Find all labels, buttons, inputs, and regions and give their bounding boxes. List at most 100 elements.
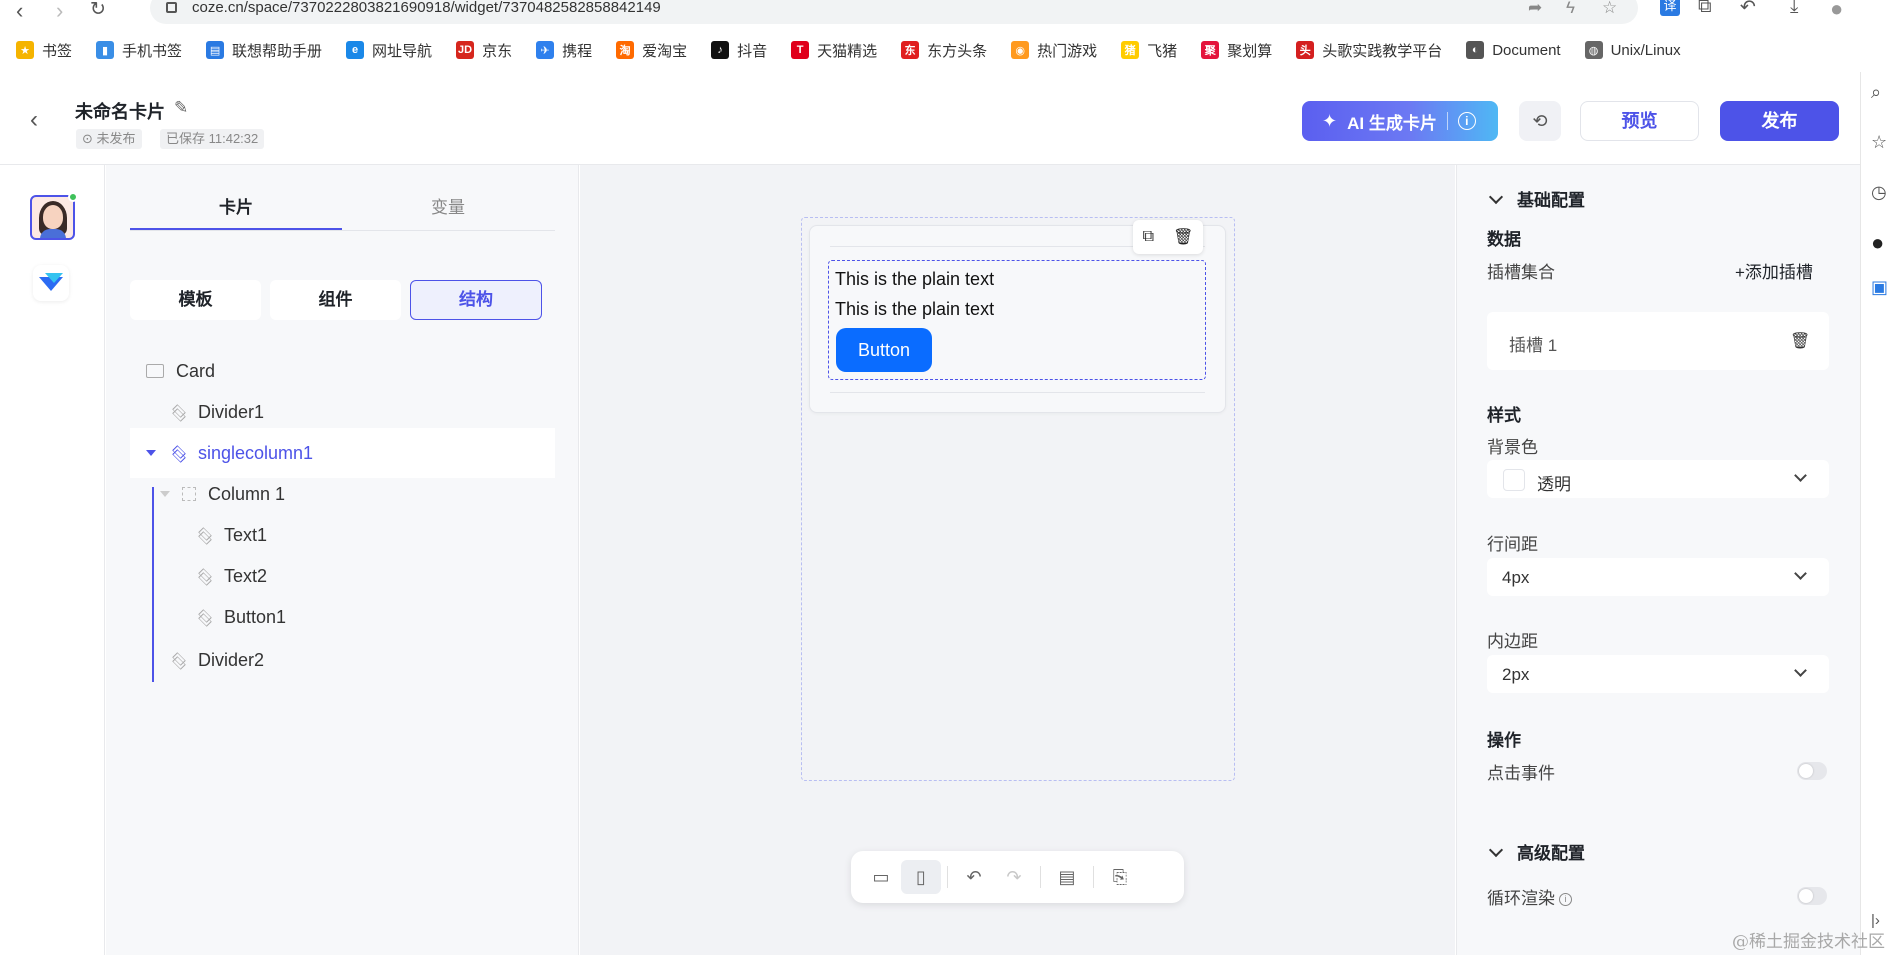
bookmark-item[interactable]: ✈ 携程 bbox=[536, 38, 592, 62]
favorites-icon[interactable]: ☆ bbox=[1871, 132, 1887, 153]
bookmark-icon: ★ bbox=[16, 41, 34, 59]
duplicate-icon[interactable]: ⧉ bbox=[1143, 228, 1154, 246]
coze-logo-icon[interactable] bbox=[33, 265, 69, 301]
tab-variables[interactable]: 变量 bbox=[342, 187, 554, 230]
bookmark-icon: ▤ bbox=[206, 41, 225, 59]
desktop-icon[interactable]: ▭ bbox=[861, 860, 901, 894]
bookmark-item[interactable]: ◉ 热门游戏 bbox=[1011, 38, 1097, 62]
loop-render-toggle[interactable] bbox=[1797, 887, 1827, 905]
edit-icon[interactable]: ✎ bbox=[174, 98, 188, 118]
bookmark-item[interactable]: ♪ 抖音 bbox=[711, 38, 767, 62]
button1-preview[interactable]: Button bbox=[836, 328, 932, 372]
bookmark-icon: 猪 bbox=[1121, 41, 1140, 59]
browser-back-icon[interactable]: ‹ bbox=[16, 0, 23, 24]
download-icon[interactable]: ⤓ bbox=[1790, 0, 1798, 18]
card-preview[interactable]: ⧉ 🗑 This is the plain text This is the p… bbox=[809, 220, 1226, 413]
trash-icon[interactable]: 🗑 bbox=[1790, 331, 1810, 351]
translate-icon[interactable]: 译 bbox=[1660, 0, 1680, 16]
browser-forward-icon[interactable]: › bbox=[56, 0, 63, 24]
tree-item-divider2[interactable]: Divider2 bbox=[130, 635, 555, 685]
bookmark-item[interactable]: ▤ 联想帮助手册 bbox=[206, 38, 322, 62]
canvas[interactable]: ⧉ 🗑 This is the plain text This is the p… bbox=[580, 165, 1455, 955]
profile-icon[interactable]: ● bbox=[1830, 0, 1843, 22]
text1-preview[interactable]: This is the plain text bbox=[835, 269, 994, 290]
column-preview[interactable]: This is the plain text This is the plain… bbox=[828, 260, 1206, 380]
ai-generate-button[interactable]: ✦ AI 生成卡片 i bbox=[1302, 101, 1498, 141]
bookmark-item[interactable]: 聚聚划算 bbox=[1201, 38, 1272, 62]
code-icon[interactable]: ▤ bbox=[1047, 860, 1087, 894]
translate-side-icon[interactable]: ▣ bbox=[1871, 277, 1888, 298]
bookmark-item[interactable]: 东东方头条 bbox=[901, 38, 987, 62]
caret-down-icon[interactable] bbox=[146, 450, 156, 456]
history-back-icon[interactable]: ↶ bbox=[1740, 0, 1756, 19]
star-icon[interactable]: ☆ bbox=[1602, 0, 1617, 18]
avatar[interactable] bbox=[30, 195, 75, 240]
layers-icon bbox=[198, 610, 212, 624]
clock-icon: ⟲ bbox=[1532, 110, 1548, 131]
bookmark-item[interactable]: ◍ Unix/Linux bbox=[1584, 38, 1681, 62]
bookmark-icon: ◍ bbox=[1584, 41, 1603, 59]
export-icon[interactable]: ⎘ bbox=[1100, 860, 1140, 894]
segment-templates[interactable]: 模板 bbox=[130, 280, 261, 320]
bookmark-item[interactable]: ▮ 手机书签 bbox=[96, 38, 182, 62]
extensions-icon[interactable]: ⧉ bbox=[1698, 0, 1712, 18]
slot-item[interactable]: 插槽 1 🗑 bbox=[1487, 312, 1829, 370]
info-icon[interactable]: i bbox=[1457, 112, 1476, 130]
divider2-preview[interactable] bbox=[830, 392, 1205, 393]
advanced-config-header[interactable]: 高级配置 bbox=[1488, 839, 1585, 864]
bolt-icon[interactable]: ϟ bbox=[1566, 0, 1575, 18]
search-icon[interactable]: ⌕ bbox=[1871, 82, 1881, 103]
click-event-toggle[interactable] bbox=[1797, 762, 1827, 780]
trash-icon[interactable]: 🗑 bbox=[1173, 227, 1193, 247]
assistant-icon[interactable]: ● bbox=[1871, 230, 1884, 256]
back-icon[interactable]: ‹ bbox=[30, 106, 38, 134]
bg-color-select[interactable]: 透明 bbox=[1487, 460, 1829, 498]
bookmark-item[interactable]: 猪飞猪 bbox=[1121, 38, 1177, 62]
bookmark-label: 东方头条 bbox=[927, 42, 988, 60]
action-heading: 操作 bbox=[1487, 731, 1521, 750]
bookmark-item[interactable]: 头头歌实践教学平台 bbox=[1296, 38, 1442, 62]
bookmark-label: 手机书签 bbox=[122, 42, 183, 60]
tree-item-label: Text2 bbox=[224, 565, 268, 586]
redo-icon[interactable]: ↷ bbox=[994, 860, 1034, 894]
padding-select[interactable]: 2px bbox=[1487, 655, 1829, 693]
row-gap-label: 行间距 bbox=[1487, 535, 1538, 554]
bookmark-item[interactable]: 淘爱淘宝 bbox=[616, 38, 687, 62]
address-bar[interactable]: coze.cn/space/7370222803821690918/widget… bbox=[150, 0, 1638, 24]
history-icon[interactable]: ◷ bbox=[1871, 182, 1887, 203]
data-heading: 数据 bbox=[1487, 230, 1521, 249]
lock-icon bbox=[166, 2, 177, 13]
undo-icon[interactable]: ↶ bbox=[954, 860, 994, 894]
info-icon[interactable]: i bbox=[1559, 893, 1572, 906]
bookmark-icon: 东 bbox=[901, 41, 920, 59]
bookmark-icon: T bbox=[791, 41, 810, 59]
bookmark-item[interactable]: ◐ Document bbox=[1466, 38, 1561, 62]
loop-render-label: 循环渲染 i bbox=[1487, 884, 1572, 909]
share-icon[interactable]: ➦ bbox=[1528, 0, 1542, 18]
caret-down-icon[interactable] bbox=[160, 491, 170, 497]
mobile-icon[interactable]: ▯ bbox=[901, 860, 941, 894]
padding-label: 内边距 bbox=[1487, 632, 1538, 651]
add-slot-button[interactable]: +添加插槽 bbox=[1735, 258, 1813, 283]
preview-button[interactable]: 预览 bbox=[1580, 101, 1699, 141]
bookmark-item[interactable]: ★ 书签 bbox=[16, 38, 72, 62]
basic-config-header[interactable]: 基础配置 bbox=[1488, 186, 1585, 211]
segment-components[interactable]: 组件 bbox=[270, 280, 401, 320]
tab-card[interactable]: 卡片 bbox=[130, 187, 342, 230]
bookmark-label: 热门游戏 bbox=[1037, 42, 1098, 60]
history-button[interactable]: ⟲ bbox=[1519, 101, 1561, 141]
bookmark-label: Unix/Linux bbox=[1610, 41, 1681, 59]
left-rail bbox=[0, 165, 105, 955]
publish-button[interactable]: 发布 bbox=[1720, 101, 1839, 141]
reload-icon[interactable]: ↻ bbox=[90, 0, 106, 21]
bookmark-icon: JD bbox=[456, 41, 475, 59]
text2-preview[interactable]: This is the plain text bbox=[835, 299, 994, 320]
browser-side-bar: ⌕ ☆ ◷ ● ▣ |› bbox=[1860, 72, 1898, 955]
bookmark-item[interactable]: T 天猫精选 bbox=[791, 38, 877, 62]
row-gap-select[interactable]: 4px bbox=[1487, 558, 1829, 596]
bookmark-item[interactable]: JD 京东 bbox=[456, 38, 512, 62]
bookmark-item[interactable]: e 网址导航 bbox=[346, 38, 432, 62]
bookmark-label: 网址导航 bbox=[372, 42, 433, 60]
layers-icon bbox=[198, 528, 212, 542]
segment-structure[interactable]: 结构 bbox=[410, 280, 542, 320]
